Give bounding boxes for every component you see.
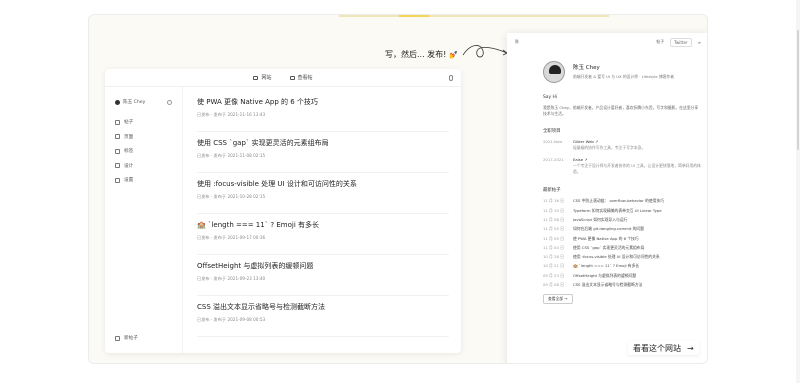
tab-view-posts[interactable]: 查看帖: [289, 74, 313, 81]
editor-tabbar: 网站 查看帖: [105, 69, 461, 87]
user-icon[interactable]: [449, 75, 453, 81]
post-title: 使用 CSS `gap` 实现更灵活的元素组布局: [197, 139, 329, 147]
recent-post-item[interactable]: 11 月 04 日使用 CSS `gap` 实现更灵活的元素组布局: [543, 245, 701, 251]
section-heading: Say Hi: [543, 95, 557, 100]
sidebar-item-tags[interactable]: 标签: [115, 148, 172, 154]
page-icon: [115, 134, 120, 139]
post-meta: 已发布 · 发布于 2021-09-17 00:36: [197, 235, 266, 240]
recent-post-item[interactable]: 10 月 21 日 🏫 `length === 11` ? Emoji 有多长: [543, 263, 701, 269]
recent-post-item[interactable]: 09 月 23 日 OffsetHeight 与虚拟列表的缓顿问题: [543, 273, 701, 279]
tab-website[interactable]: 网站: [253, 74, 272, 81]
list-item[interactable]: 使 PWA 更像 Native App 的 6 个技巧 已发布 · 发布于 202…: [197, 91, 449, 132]
list-item[interactable]: 使用 CSS `gap` 实现更灵活的元素组布局 已发布 · 发布于 2021-1…: [197, 132, 449, 173]
recent-post-item[interactable]: 11 月 16 日 CSS 中防止滚动链： overflow-behavior 的…: [543, 198, 701, 204]
document-icon: [115, 119, 120, 125]
list-item[interactable]: 使用 :focus-visible 处理 UI 设计和可访问性的关系 已发布 · …: [197, 173, 449, 214]
monitor-icon: [253, 75, 259, 80]
list-item[interactable]: OffsetHeight 与虚拟列表的缓顿问题 已发布 · 发布于 2021-09…: [197, 255, 449, 296]
sidebar-item-settings[interactable]: 设置: [115, 177, 172, 183]
menu-icon[interactable]: ≡: [698, 40, 701, 45]
post-title: 🏫 `length === 11` ? Emoji 有多长: [197, 221, 320, 229]
palette-icon: [115, 163, 120, 168]
recent-post-item[interactable]: 10 月 28 日使用 :focus-visible 处理 UI 设计和可访问性…: [543, 254, 701, 260]
profile-bio: 前端开发者 & 爱写 UI 与 UX 的设计师 · Lifestyle 博客作者: [573, 74, 675, 79]
intro-text: 我是陈玉 Chey，前端开发者，产品设计爱好者，喜欢折腾小东西，写字和摄影。在这…: [543, 105, 699, 116]
post-meta: 已发布 · 发布于 2021-10-28 02:15: [197, 194, 266, 199]
list-item[interactable]: CSS 溢出文本显示省略号与检测截断方法 已发布 · 发布于 2021-09-08…: [197, 296, 449, 337]
gear-icon: [115, 177, 120, 183]
profile-content: Say Hi 我是陈玉 Chey，前端开发者，产品设计爱好者，喜欢折腾小东西，写…: [507, 95, 707, 305]
visit-site-label: 看看这个网站: [633, 343, 681, 353]
post-title: 使 PWA 更像 Native App 的 6 个技巧: [197, 98, 318, 106]
editor-sidebar: 陈玉 Chey 帖子 页面 标签 设计 设置 新帖子: [105, 87, 183, 353]
recent-post-item[interactable]: 11 月 05 日如何在后端 git.dangling.commit 的问题: [543, 226, 701, 232]
project-link[interactable]: Glider Web ↗: [573, 139, 645, 144]
preview-header: 陈 帖子 Twitter ≡: [507, 33, 707, 51]
new-post-button[interactable]: 新帖子: [115, 335, 138, 341]
post-list: 使 PWA 更像 Native App 的 6 个技巧 已发布 · 发布于 202…: [197, 91, 449, 353]
list-item[interactable]: 🏫 `length === 11` ? Emoji 有多长 已发布 · 发布于 2…: [197, 214, 449, 255]
post-title: 使用 :focus-visible 处理 UI 设计和可访问性的关系: [197, 180, 357, 188]
list-icon: [289, 75, 295, 80]
showcase-stage: 写，然后... 发布! 💅 网站 查看帖 陈玉 Chey 帖子 页面 标签 设计…: [88, 14, 708, 364]
nail-polish-icon: 💅: [449, 50, 459, 59]
settings-icon[interactable]: [167, 99, 172, 105]
sidebar-item-design[interactable]: 设计: [115, 163, 172, 169]
post-meta: 已发布 · 发布于 2021-09-08 00:53: [197, 317, 266, 322]
account-name: 陈玉 Chey: [123, 100, 146, 105]
view-all-button[interactable]: 查看全部 →: [543, 294, 573, 305]
recent-post-item[interactable]: 09 月 08 日 CSS 溢出文本显示省略号与检测截断方法: [543, 282, 701, 288]
tag-icon: [115, 148, 120, 154]
editor-window: 网站 查看帖 陈玉 Chey 帖子 页面 标签 设计 设置 新帖子 使 PWA …: [105, 69, 461, 353]
page-scrollbar[interactable]: [796, 0, 800, 383]
twitter-button[interactable]: Twitter: [670, 37, 692, 47]
post-meta: 已发布 · 发布于 2021-11-16 13:43: [197, 112, 266, 117]
project-item: 2017-2021 Eaise ↗ 一个专注于设计师与开发者协作的 UI 工具，让…: [543, 157, 701, 175]
top-accent-bar: [339, 15, 609, 17]
recent-post-item[interactable]: 11 月 10 日 Typeform 如何实现精美的表单交互 UI Linear …: [543, 208, 701, 214]
arrow-right-icon: →: [687, 343, 694, 353]
recent-post-item[interactable]: 11 月 08 日 JavaScript 如何实现导入与运行: [543, 217, 701, 223]
curved-arrow-icon: [462, 45, 508, 58]
site-logo[interactable]: 陈: [515, 39, 519, 45]
avatar: [543, 61, 565, 83]
section-heading: 最新帖子: [543, 188, 561, 194]
post-title: OffsetHeight 与虚拟列表的缓顿问题: [197, 262, 314, 270]
profile-header: 陈玉 Chey 前端开发者 & 爱写 UI 与 UX 的设计师 · Lifest…: [507, 51, 707, 83]
project-item: 2021-Now Glider Web ↗ 轻量级的协作写作工具，专注于写字本身。: [543, 139, 646, 151]
callout-text: 写，然后... 发布!: [385, 50, 447, 59]
sidebar-item-pages[interactable]: 页面: [115, 134, 172, 140]
section-heading: 全职项目: [543, 129, 561, 135]
avatar: [115, 99, 120, 105]
profile-name: 陈玉 Chey: [573, 65, 600, 71]
sidebar-account[interactable]: 陈玉 Chey: [115, 99, 172, 105]
site-preview: 陈 帖子 Twitter ≡ 陈玉 Chey 前端开发者 & 爱写 UI 与 U…: [507, 33, 707, 363]
post-meta: 已发布 · 发布于 2021-11-08 02:15: [197, 153, 266, 158]
nav-posts-link[interactable]: 帖子: [656, 39, 664, 45]
compose-icon: [115, 335, 120, 341]
recent-post-item[interactable]: 11 月 05 日使 PWA 更像 Native App 的 6 个技巧: [543, 236, 701, 242]
scrollbar-thumb[interactable]: [797, 30, 799, 150]
callout: 写，然后... 发布! 💅: [385, 49, 458, 60]
post-meta: 已发布 · 发布于 2021-09-23 13:40: [197, 276, 266, 281]
visit-site-button[interactable]: 看看这个网站 →: [628, 341, 699, 355]
project-link[interactable]: Eaise ↗: [573, 157, 701, 162]
post-title: CSS 溢出文本显示省略号与检测截断方法: [197, 303, 325, 311]
sidebar-item-posts[interactable]: 帖子: [115, 119, 172, 125]
